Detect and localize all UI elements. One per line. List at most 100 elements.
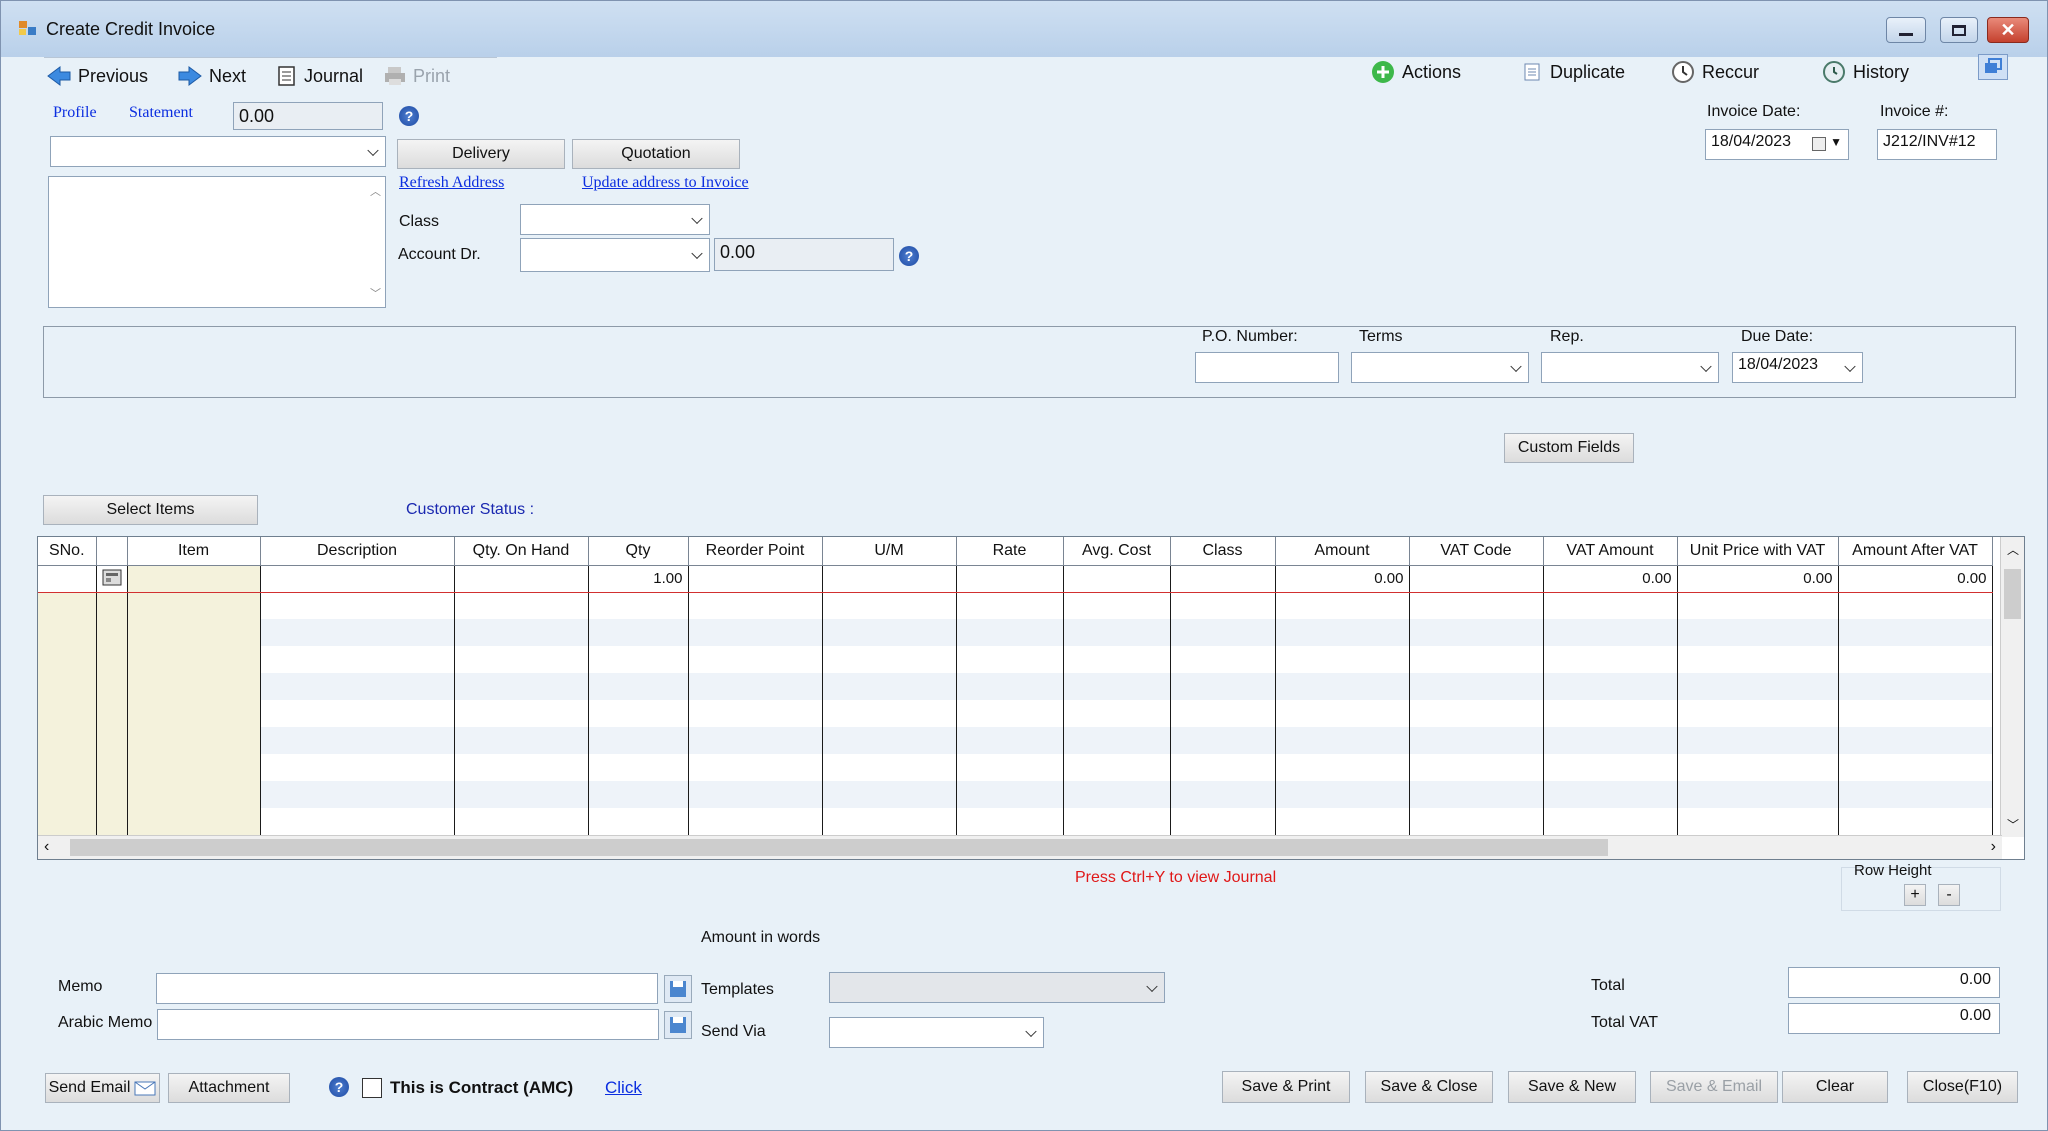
grid-cell[interactable] <box>1409 646 1544 673</box>
col-class[interactable]: Class <box>1170 537 1276 566</box>
grid-cell[interactable] <box>1063 592 1171 619</box>
grid-cell[interactable] <box>454 808 589 835</box>
grid-cell[interactable] <box>1170 754 1276 781</box>
terms-select[interactable] <box>1351 352 1529 383</box>
grid-cell[interactable] <box>1838 673 1993 700</box>
grid-cell[interactable] <box>96 754 128 781</box>
cell-reorder-point[interactable] <box>688 565 823 593</box>
grid-cell[interactable] <box>1170 808 1276 835</box>
col-sno[interactable]: SNo. <box>38 537 97 566</box>
grid-cell[interactable] <box>588 700 689 727</box>
cell-vat-amount[interactable]: 0.00 <box>1543 565 1678 593</box>
grid-vscroll-thumb[interactable] <box>2004 569 2021 619</box>
grid-cell[interactable] <box>1063 781 1171 808</box>
grid-cell[interactable] <box>1409 808 1544 835</box>
grid-cell[interactable] <box>1543 646 1678 673</box>
click-link[interactable]: Click <box>605 1078 642 1098</box>
col-amount-after-vat[interactable]: Amount After VAT <box>1838 537 1993 566</box>
grid-cell[interactable] <box>588 646 689 673</box>
cell-class[interactable] <box>1170 565 1276 593</box>
grid-cell[interactable] <box>454 754 589 781</box>
save-email-button[interactable]: Save & Email <box>1650 1071 1778 1103</box>
col-avg-cost[interactable]: Avg. Cost <box>1063 537 1171 566</box>
grid-cell[interactable] <box>822 781 957 808</box>
cell-avg-cost[interactable] <box>1063 565 1171 593</box>
col-rate[interactable]: Rate <box>956 537 1064 566</box>
address-box[interactable]: ︿ ﹀ <box>48 176 386 308</box>
grid-cell[interactable] <box>1677 619 1839 646</box>
grid-cell[interactable] <box>127 700 261 727</box>
grid-cell[interactable] <box>260 781 455 808</box>
grid-cell[interactable] <box>1275 619 1410 646</box>
grid-cell[interactable] <box>1063 619 1171 646</box>
grid-cell[interactable] <box>688 646 823 673</box>
grid-cell[interactable] <box>1275 727 1410 754</box>
grid-cell[interactable] <box>1275 808 1410 835</box>
actions-button[interactable]: Actions <box>1370 59 1461 85</box>
grid-cell[interactable] <box>127 646 261 673</box>
col-icon[interactable] <box>96 537 128 566</box>
grid-cell[interactable] <box>1275 646 1410 673</box>
col-description[interactable]: Description <box>260 537 455 566</box>
grid-cell[interactable] <box>1677 673 1839 700</box>
help-icon[interactable]: ? <box>399 106 419 126</box>
history-button[interactable]: History <box>1821 59 1909 85</box>
col-unit-price-vat[interactable]: Unit Price with VAT <box>1677 537 1839 566</box>
rep-select[interactable] <box>1541 352 1719 383</box>
grid-cell[interactable] <box>1170 727 1276 754</box>
journal-button[interactable]: Journal <box>276 63 363 89</box>
grid-cell[interactable] <box>1063 727 1171 754</box>
grid-vertical-scrollbar[interactable]: ︿ ﹀ <box>2000 537 2024 837</box>
grid-cell[interactable] <box>1170 673 1276 700</box>
row-height-increase[interactable]: + <box>1904 884 1926 906</box>
grid-cell[interactable] <box>1170 781 1276 808</box>
col-amount[interactable]: Amount <box>1275 537 1410 566</box>
table-row[interactable] <box>38 592 1993 619</box>
grid-cell[interactable] <box>38 592 97 619</box>
col-vat-code[interactable]: VAT Code <box>1409 537 1544 566</box>
refresh-address-link[interactable]: Refresh Address <box>399 174 504 192</box>
grid-cell[interactable] <box>1677 808 1839 835</box>
po-number-input[interactable] <box>1195 352 1339 383</box>
arabic-memo-input[interactable] <box>157 1009 659 1040</box>
grid-cell[interactable] <box>688 700 823 727</box>
grid-cell[interactable] <box>1838 619 1993 646</box>
grid-cell[interactable] <box>1677 700 1839 727</box>
grid-horizontal-scrollbar[interactable]: ‹ › <box>38 835 2002 859</box>
grid-cell[interactable] <box>956 619 1064 646</box>
due-date-select[interactable]: 18/04/2023 <box>1732 352 1863 383</box>
grid-cell[interactable] <box>38 619 97 646</box>
grid-cell[interactable] <box>96 619 128 646</box>
grid-cell[interactable] <box>822 754 957 781</box>
grid-cell[interactable] <box>1275 700 1410 727</box>
cell-qty[interactable]: 1.00 <box>588 565 689 593</box>
grid-cell[interactable] <box>96 700 128 727</box>
grid-cell[interactable] <box>1063 754 1171 781</box>
grid-cell[interactable] <box>260 673 455 700</box>
grid-cell[interactable] <box>127 619 261 646</box>
grid-cell[interactable] <box>822 646 957 673</box>
table-row[interactable] <box>38 781 1993 808</box>
grid-cell[interactable] <box>822 619 957 646</box>
item-lookup-icon[interactable] <box>101 567 123 587</box>
save-print-button[interactable]: Save & Print <box>1222 1071 1350 1103</box>
grid-cell[interactable] <box>1063 646 1171 673</box>
grid-cell[interactable] <box>454 592 589 619</box>
templates-select[interactable] <box>829 972 1165 1003</box>
profile-link[interactable]: Profile <box>53 104 97 122</box>
grid-cell[interactable] <box>454 619 589 646</box>
grid-cell[interactable] <box>1838 646 1993 673</box>
grid-cell[interactable] <box>1275 754 1410 781</box>
account-help-icon[interactable]: ? <box>899 246 919 266</box>
row-height-decrease[interactable]: - <box>1938 884 1960 906</box>
grid-cell[interactable] <box>822 673 957 700</box>
grid-cell[interactable] <box>1063 808 1171 835</box>
table-row[interactable] <box>38 754 1993 781</box>
grid-cell[interactable] <box>38 646 97 673</box>
invoice-date-picker[interactable]: 18/04/2023 ▼ <box>1705 129 1849 160</box>
grid-cell[interactable] <box>96 646 128 673</box>
grid-cell[interactable] <box>588 781 689 808</box>
grid-cell[interactable] <box>454 646 589 673</box>
grid-cell[interactable] <box>588 619 689 646</box>
invoice-number-input[interactable]: J212/INV#12 <box>1877 129 1997 160</box>
